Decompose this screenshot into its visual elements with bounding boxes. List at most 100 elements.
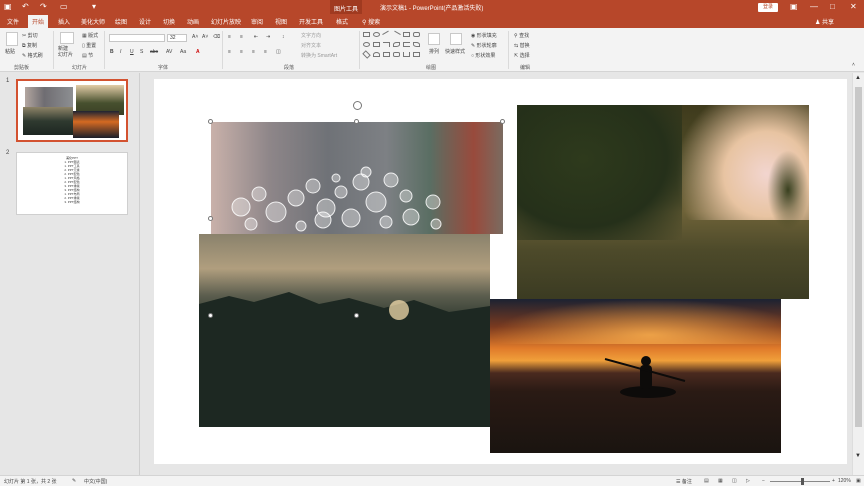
resize-handle[interactable] bbox=[354, 313, 359, 318]
quick-styles-label[interactable]: 快速样式 bbox=[445, 48, 465, 55]
paste-label[interactable]: 粘贴 bbox=[5, 48, 15, 55]
copy-button[interactable]: ⧉ 复制 bbox=[22, 42, 37, 49]
tab-animations[interactable]: 动画 bbox=[187, 17, 199, 26]
slide-sorter-icon[interactable]: ▦ bbox=[718, 478, 723, 484]
bracket-shape-icon[interactable] bbox=[403, 42, 410, 47]
layout-button[interactable]: ▦ 版式 bbox=[82, 32, 98, 39]
font-name-combo[interactable] bbox=[109, 34, 165, 42]
tab-file[interactable]: 文件 bbox=[7, 17, 19, 26]
normal-view-icon[interactable]: ▤ bbox=[704, 478, 709, 484]
tab-draw[interactable]: 绘图 bbox=[115, 17, 127, 26]
close-button[interactable]: ✕ bbox=[850, 2, 857, 11]
change-case-button[interactable]: Aa bbox=[180, 49, 186, 55]
convert-smartart-button[interactable]: 转换为 SmartArt bbox=[301, 52, 337, 59]
grow-font-icon[interactable]: A˄ bbox=[192, 34, 198, 40]
tab-review[interactable]: 审阅 bbox=[251, 17, 263, 26]
reset-button[interactable]: ▯ 重置 bbox=[82, 42, 96, 49]
collapse-ribbon-icon[interactable]: ˄ bbox=[852, 62, 855, 68]
justify-icon[interactable]: ≡ bbox=[264, 49, 267, 55]
more-shapes-icon[interactable] bbox=[413, 52, 420, 57]
replace-button[interactable]: ⇆ 替换 bbox=[514, 42, 530, 49]
kayak-photo[interactable] bbox=[490, 299, 781, 453]
tab-transitions[interactable]: 切换 bbox=[163, 17, 175, 26]
mountain-photo[interactable] bbox=[199, 234, 490, 427]
ribbon-options-icon[interactable]: ▣ bbox=[790, 2, 798, 11]
arrange-icon[interactable] bbox=[428, 33, 440, 45]
corner-shape-icon[interactable] bbox=[383, 42, 390, 47]
language-status[interactable]: 中文(中国) bbox=[84, 478, 107, 485]
arrange-label[interactable]: 排列 bbox=[429, 48, 439, 55]
scroll-up-icon[interactable]: ▲ bbox=[855, 75, 861, 81]
save-icon[interactable]: ▣ bbox=[4, 2, 12, 12]
scroll-thumb[interactable] bbox=[855, 87, 862, 427]
decrease-indent-icon[interactable]: ⇤ bbox=[254, 34, 258, 40]
paste-icon[interactable] bbox=[6, 32, 18, 46]
cut-button[interactable]: ✂ 剪切 bbox=[22, 32, 38, 39]
redo-icon[interactable]: ↷ bbox=[40, 2, 47, 12]
resize-handle[interactable] bbox=[208, 313, 213, 318]
resize-handle[interactable] bbox=[208, 119, 213, 124]
underline-button[interactable]: U bbox=[130, 49, 134, 55]
customize-qat-icon[interactable]: ▾ bbox=[92, 2, 96, 12]
clear-format-icon[interactable]: ⌫ bbox=[213, 34, 220, 40]
section-button[interactable]: ▤ 节 bbox=[82, 52, 93, 59]
slide-thumbnail-1[interactable] bbox=[16, 79, 128, 142]
line-shape-icon[interactable] bbox=[382, 30, 391, 39]
new-slide-label[interactable]: 新建 幻灯片 bbox=[58, 46, 73, 58]
slideshow-view-icon[interactable]: ▷ bbox=[746, 478, 750, 484]
font-size-combo[interactable]: 32 bbox=[167, 34, 187, 42]
char-spacing-button[interactable]: AV bbox=[166, 49, 172, 55]
slide-thumbnail-2[interactable]: 美化PPT 1. PPT图表 1. PPT工具 2. PPT元素 2. PPT配… bbox=[16, 152, 128, 215]
zoom-level[interactable]: 120% bbox=[838, 478, 851, 484]
numbering-icon[interactable]: ≡ bbox=[240, 34, 243, 40]
zoom-in-button[interactable]: + bbox=[832, 478, 835, 484]
quick-styles-icon[interactable] bbox=[450, 33, 462, 45]
restore-button[interactable]: □ bbox=[830, 2, 835, 11]
shapes-gallery[interactable] bbox=[362, 30, 423, 62]
rotate-handle-icon[interactable] bbox=[353, 101, 362, 110]
tab-design[interactable]: 设计 bbox=[139, 17, 151, 26]
resize-handle[interactable] bbox=[354, 119, 359, 124]
new-slide-icon[interactable] bbox=[60, 32, 74, 44]
diamond-shape-icon[interactable] bbox=[362, 50, 371, 59]
tab-developer[interactable]: 开发工具 bbox=[299, 17, 323, 26]
reading-view-icon[interactable]: ◫ bbox=[732, 478, 737, 484]
tab-format[interactable]: 格式 bbox=[336, 17, 348, 26]
line-spacing-icon[interactable]: ↕ bbox=[282, 34, 285, 40]
select-button[interactable]: ⇱ 选择 bbox=[514, 52, 530, 59]
zoom-out-button[interactable]: − bbox=[762, 478, 765, 484]
circle-shape-icon[interactable] bbox=[363, 42, 370, 47]
deer-photo[interactable] bbox=[517, 105, 809, 299]
curve-shape-icon[interactable] bbox=[393, 42, 400, 47]
format-painter-button[interactable]: ✎ 格式刷 bbox=[22, 52, 43, 59]
text-direction-button[interactable]: 文字方向 bbox=[301, 32, 321, 39]
textbox-shape-icon[interactable] bbox=[403, 32, 410, 37]
tab-insert[interactable]: 插入 bbox=[58, 17, 70, 26]
zoom-slider-thumb[interactable] bbox=[801, 478, 804, 485]
shape-outline-button[interactable]: ✎ 形状轮廓 bbox=[471, 42, 497, 49]
tab-home[interactable]: 开始 bbox=[28, 15, 49, 28]
find-button[interactable]: ⚲ 查找 bbox=[514, 32, 529, 39]
undo-icon[interactable]: ↶ bbox=[22, 2, 29, 12]
notes-button[interactable]: ☰ 备注 bbox=[676, 478, 692, 485]
strikethrough-button[interactable]: abc bbox=[150, 49, 158, 55]
fit-slide-icon[interactable]: ▣ bbox=[856, 478, 861, 484]
minimize-button[interactable]: — bbox=[810, 2, 818, 11]
bullets-icon[interactable]: ≡ bbox=[228, 34, 231, 40]
align-text-button[interactable]: 对齐文本 bbox=[301, 42, 321, 49]
tell-me-search[interactable]: ⚲ 搜索 bbox=[362, 17, 380, 26]
italic-button[interactable]: I bbox=[120, 49, 121, 55]
square-shape-icon[interactable] bbox=[373, 42, 380, 47]
oval-shape-icon[interactable] bbox=[373, 32, 380, 37]
login-button[interactable]: 登录 bbox=[758, 3, 778, 12]
columns-icon[interactable]: ◫ bbox=[276, 49, 281, 55]
resize-handle[interactable] bbox=[500, 119, 505, 124]
align-center-icon[interactable]: ≡ bbox=[240, 49, 243, 55]
tab-slideshow[interactable]: 幻灯片放映 bbox=[211, 17, 241, 26]
align-left-icon[interactable]: ≡ bbox=[228, 49, 231, 55]
brace-shape-icon[interactable] bbox=[403, 52, 410, 57]
shrink-font-icon[interactable]: A˅ bbox=[202, 34, 208, 40]
scroll-down-icon[interactable]: ▼ bbox=[855, 453, 861, 459]
bold-button[interactable]: B bbox=[110, 49, 114, 55]
increase-indent-icon[interactable]: ⇥ bbox=[266, 34, 270, 40]
